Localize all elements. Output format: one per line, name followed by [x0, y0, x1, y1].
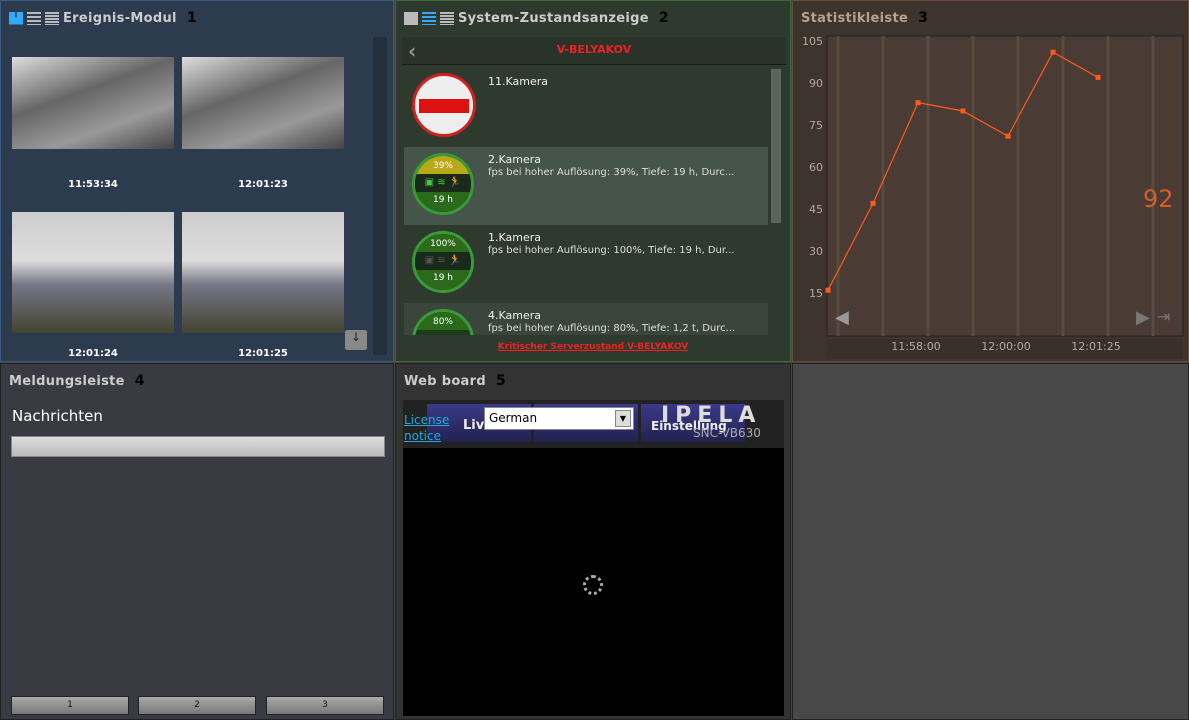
y-tick-label: 60 [809, 161, 823, 174]
y-tick-label: 90 [809, 77, 823, 90]
scroll-left-icon[interactable]: ◀ [835, 307, 849, 328]
data-point [825, 287, 831, 293]
scroll-down-button[interactable]: ↓ [345, 330, 367, 350]
camera-web-toolbar: Live Einstellung IPELA SNC-VB630 German … [403, 400, 784, 448]
event-timestamp: 12:01:23 [238, 179, 288, 190]
x-tick-label: 12:01:25 [1071, 340, 1120, 353]
camera-name: 11.Kamera [488, 75, 549, 88]
event-thumbnail[interactable] [12, 212, 174, 333]
page-button-1[interactable]: 1 [11, 696, 129, 715]
event-thumbnail[interactable] [182, 57, 344, 149]
brand-logo: IPELA [661, 403, 762, 428]
chevron-down-icon[interactable]: ▼ [615, 410, 631, 427]
current-value: 92 [1143, 185, 1174, 213]
empty-panel [792, 363, 1189, 720]
panel-header: Meldungsleiste 4 [1, 364, 393, 398]
camera-offline-icon [412, 73, 476, 137]
video-viewport[interactable] [403, 448, 784, 716]
back-icon[interactable]: ‹ [408, 39, 416, 63]
grid-view-icon[interactable] [404, 11, 418, 25]
panel-number: 2 [658, 10, 669, 26]
camera-status-icon: 80% [412, 309, 474, 335]
compact-list-icon[interactable] [45, 11, 59, 25]
camera-item[interactable]: 100% ▣ ≋ 🏃 19 h 1.Kamera fps bei hoher Auf… [404, 225, 768, 303]
camera-status-icon: 100% ▣ ≋ 🏃 19 h [412, 231, 474, 293]
panel-header: Ereignis-Modul 1 [1, 1, 393, 35]
messages-heading: Nachrichten [12, 407, 103, 425]
statistics-panel: Statistikleiste 3 15 30 45 60 75 90 105 11:58:0… [792, 0, 1189, 362]
panel-title: Meldungsleiste [9, 373, 125, 389]
event-thumbnail[interactable] [12, 57, 174, 149]
scroll-right-icon[interactable]: ▶ [1136, 307, 1150, 328]
event-module-panel: Ereignis-Modul 1 11:53:34 12:01:23 12:01… [0, 0, 394, 362]
message-panel: Meldungsleiste 4 Nachrichten 1 2 3 [0, 363, 394, 720]
x-tick-label: 11:58:00 [891, 340, 940, 353]
panel-header: Web board 5 [396, 364, 790, 398]
loading-spinner-icon [583, 575, 603, 595]
camera-name: 4.Kamera [488, 309, 542, 322]
camera-name: 2.Kamera [488, 153, 542, 166]
event-timestamp: 11:53:34 [68, 179, 118, 190]
data-point [1050, 49, 1056, 55]
camera-item[interactable]: 11.Kamera [404, 69, 768, 147]
statistics-chart: 15 30 45 60 75 90 105 11:58:00 12:00:00 12:01:25 [802, 35, 1184, 359]
panel-number: 1 [186, 10, 197, 26]
data-point [960, 108, 966, 114]
event-timestamp: 12:01:25 [238, 348, 288, 359]
camera-description: fps bei hoher Auflösung: 100%, Tiefe: 19… [488, 245, 735, 256]
license-notice-link[interactable]: License notice [404, 412, 449, 444]
y-tick-label: 45 [809, 203, 823, 216]
language-value: German [489, 411, 538, 425]
panel-header: System-Zustandsanzeige 2 [396, 1, 790, 35]
y-tick-label: 15 [809, 287, 823, 300]
camera-item[interactable]: 80% 4.Kamera fps bei hoher Auflösung: 80… [404, 303, 768, 335]
language-select[interactable]: German ▼ [484, 407, 634, 430]
y-tick-label: 105 [802, 35, 823, 48]
compact-list-icon[interactable] [440, 11, 454, 25]
data-point [870, 200, 876, 206]
server-bar: ‹ V-BELYAKOV [402, 37, 786, 65]
y-tick-label: 30 [809, 245, 823, 258]
scrollbar[interactable] [771, 69, 781, 223]
panel-title: System-Zustandsanzeige [458, 10, 649, 26]
y-tick-label: 75 [809, 119, 823, 132]
panel-title: Web board [404, 373, 486, 389]
page-button-3[interactable]: 3 [266, 696, 384, 715]
critical-state-link[interactable]: Kritischer Serverzustand V-BELYAKOV [396, 342, 790, 352]
event-timestamp: 12:01:24 [68, 348, 118, 359]
camera-item[interactable]: 39% ▣ ≋ 🏃 19 h 2.Kamera fps bei hoher Aufl… [404, 147, 768, 225]
data-point [915, 100, 921, 106]
jump-to-end-icon[interactable]: ⇥ [1157, 307, 1170, 326]
event-thumbnail[interactable] [182, 212, 344, 333]
page-button-2[interactable]: 2 [138, 696, 256, 715]
web-board-panel: Web board 5 Live Einstellung IPELA SNC-V… [395, 363, 791, 720]
data-point [1095, 74, 1101, 80]
system-status-panel: System-Zustandsanzeige 2 ‹ V-BELYAKOV 11… [395, 0, 791, 362]
panel-number: 4 [134, 373, 145, 389]
camera-status-icon: 39% ▣ ≋ 🏃 19 h [412, 153, 474, 215]
panel-number: 5 [495, 373, 506, 389]
server-name: V-BELYAKOV [556, 43, 632, 56]
list-view-icon[interactable] [27, 11, 41, 25]
camera-description: fps bei hoher Auflösung: 80%, Tiefe: 1,2… [488, 323, 736, 334]
x-tick-label: 12:00:00 [981, 340, 1030, 353]
data-point [1005, 133, 1011, 139]
camera-name: 1.Kamera [488, 231, 542, 244]
camera-description: fps bei hoher Auflösung: 39%, Tiefe: 19 … [488, 167, 735, 178]
message-filter-bar[interactable] [11, 436, 385, 457]
camera-model: SNC-VB630 [693, 426, 761, 440]
scrollbar[interactable] [373, 37, 387, 355]
list-view-icon[interactable] [422, 11, 436, 25]
panel-title: Ereignis-Modul [63, 10, 177, 26]
grid-view-icon[interactable] [9, 11, 23, 25]
